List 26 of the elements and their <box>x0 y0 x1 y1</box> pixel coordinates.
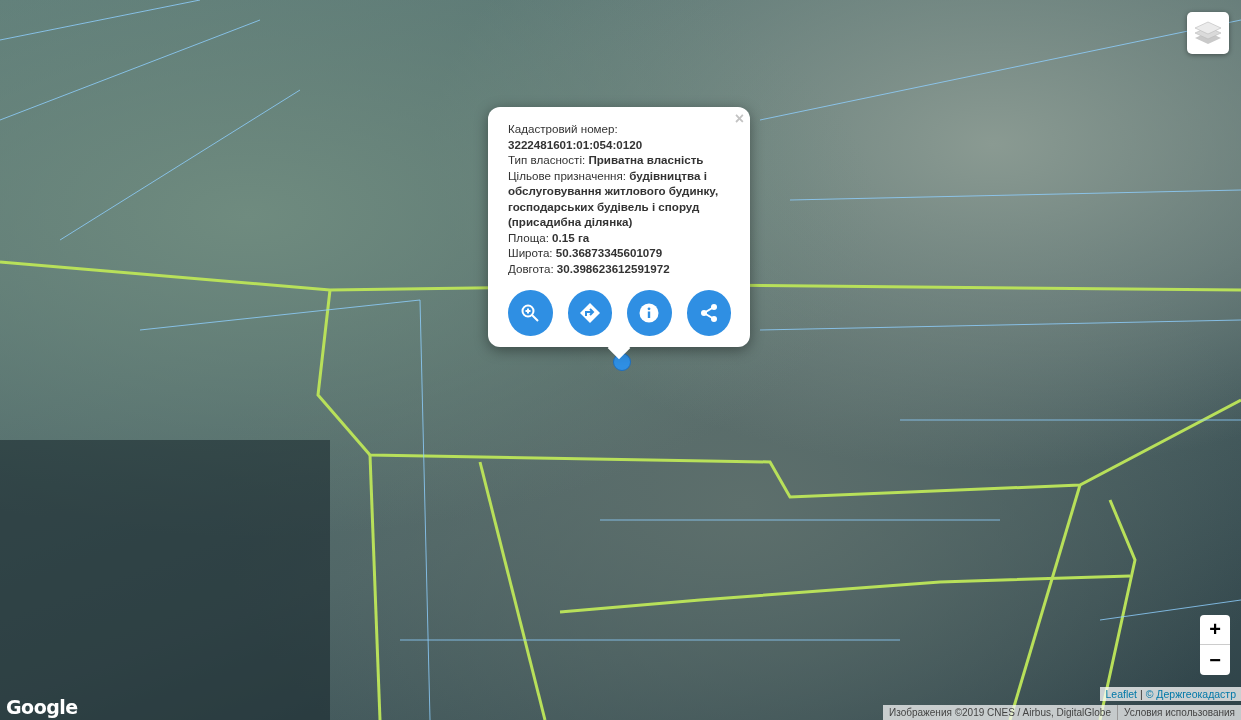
parcel-info-text: Тип власності: Приватна власність <box>508 152 705 168</box>
info-icon <box>639 303 660 323</box>
terms-link[interactable]: Условия использования <box>1117 705 1241 720</box>
parcel-info-text: Довгота: 30.398623612591972 <box>508 260 671 276</box>
satellite-map-background[interactable] <box>0 0 1241 720</box>
google-logo: Google <box>6 696 78 718</box>
parcel-info-text: Площа: 0.15 га <box>508 229 591 245</box>
parcel-info-text: 3222481601:01:054:0120 <box>508 136 644 152</box>
route-button[interactable] <box>567 290 612 336</box>
directions-icon <box>578 302 601 324</box>
share-button[interactable] <box>686 290 731 336</box>
separator-text: | <box>1140 688 1143 700</box>
layers-icon <box>1194 20 1222 46</box>
zoom-button[interactable] <box>508 290 553 336</box>
parcel-info-text: Цільове призначення: будівництва і обслуговування житлового будинку, господарських будівель і споруд (присадибна ділянка) <box>508 167 720 230</box>
layers-button[interactable] <box>1187 12 1229 54</box>
source-link[interactable]: © Держгеокадастр <box>1145 688 1236 700</box>
info-button[interactable] <box>627 290 672 336</box>
zoom-out-button[interactable]: − <box>1200 645 1230 675</box>
leaflet-link[interactable]: Leaflet <box>1105 688 1137 700</box>
parcel-info-text: Кадастровий номер: <box>508 121 619 137</box>
share-icon <box>698 303 719 323</box>
zoom-in-button[interactable]: + <box>1200 615 1230 645</box>
parcel-info-text: Широта: 50.36873345601079 <box>508 245 664 261</box>
imagery-credit-text: Изображения ©2019 CNES / Airbus, DigitalGlobe <box>888 706 1112 720</box>
zoom-in-icon <box>520 303 541 323</box>
